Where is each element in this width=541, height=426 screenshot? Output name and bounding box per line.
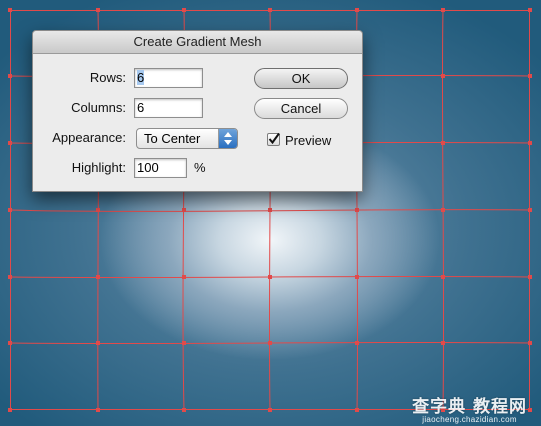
watermark: 查字典 教程网 jiaocheng.chazidian.com: [412, 392, 527, 424]
checkmark-icon: [268, 132, 280, 145]
appearance-value: To Center: [144, 131, 201, 146]
highlight-input[interactable]: 100: [134, 158, 187, 178]
appearance-label: Appearance:: [52, 130, 126, 145]
rows-input[interactable]: 6: [134, 68, 203, 88]
create-gradient-mesh-dialog: Create Gradient Mesh Rows: 6 Columns: 6 …: [32, 30, 363, 192]
rows-value: 6: [137, 70, 145, 85]
columns-label: Columns:: [71, 100, 126, 115]
rows-label: Rows:: [89, 70, 126, 85]
highlight-label: Highlight:: [71, 160, 126, 175]
preview-label: Preview: [285, 133, 332, 148]
cancel-button[interactable]: Cancel: [254, 98, 348, 119]
preview-checkbox[interactable]: [267, 132, 280, 146]
appearance-select[interactable]: To Center: [136, 128, 238, 149]
columns-input[interactable]: 6: [134, 98, 203, 118]
watermark-url: jiaocheng.chazidian.com: [422, 415, 517, 424]
dialog-title: Create Gradient Mesh: [33, 31, 362, 54]
watermark-text: 查字典 教程网: [412, 397, 527, 417]
percent-label: %: [194, 160, 206, 175]
chevron-up-down-icon: [218, 129, 237, 148]
ok-button[interactable]: OK: [254, 68, 348, 89]
